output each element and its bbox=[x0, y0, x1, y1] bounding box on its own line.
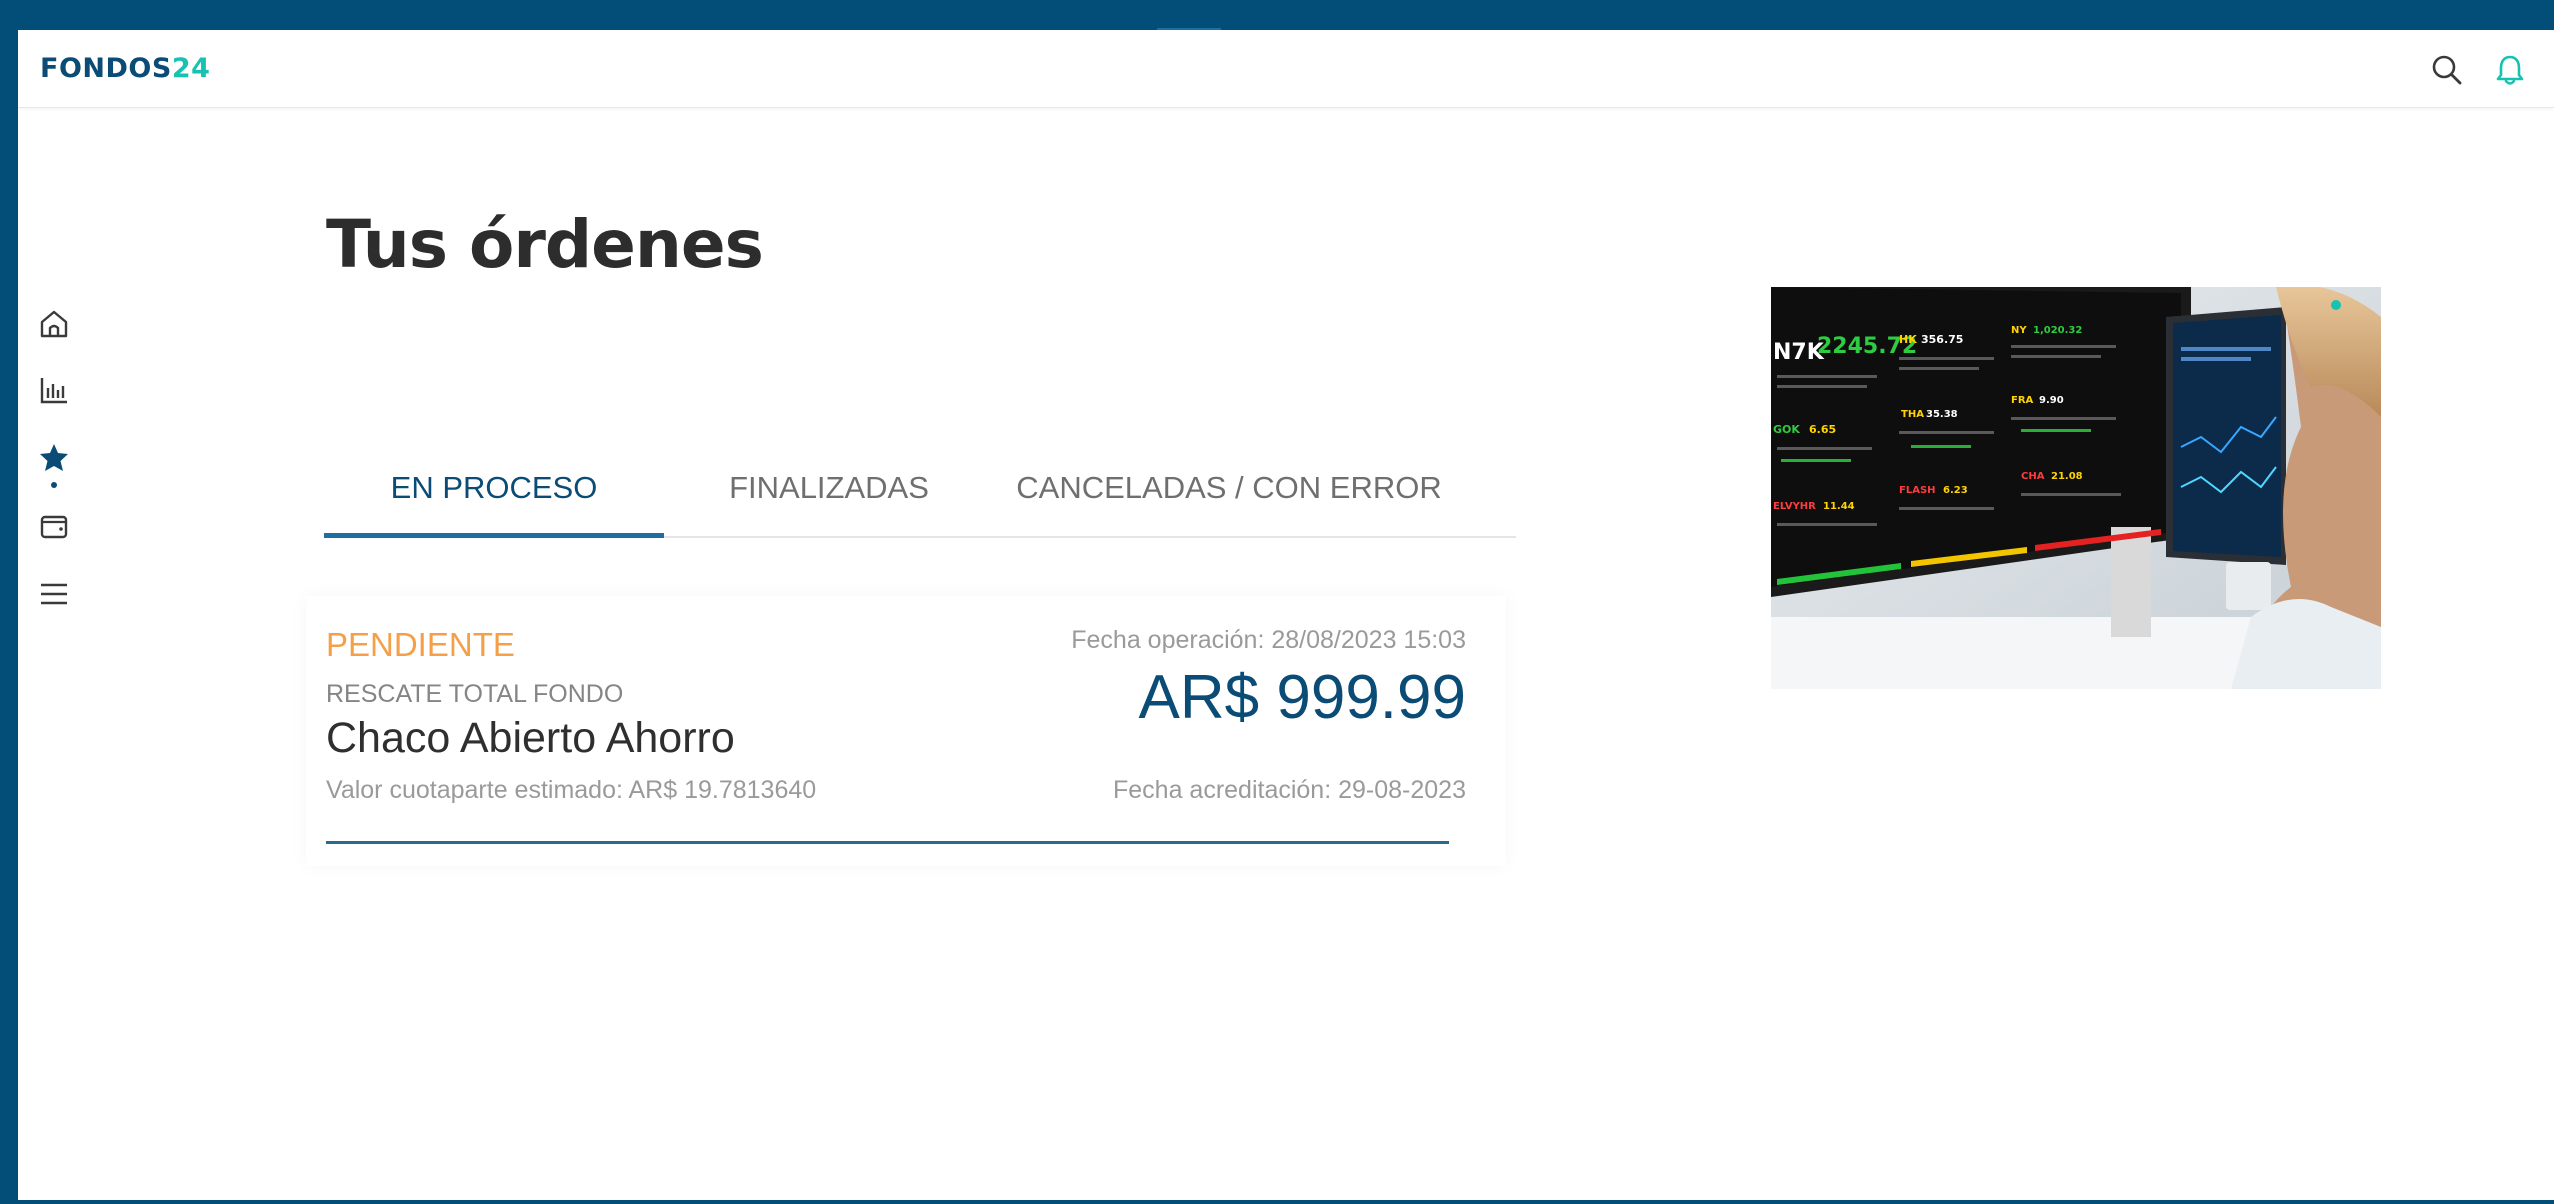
promo-image: N7K 2245.72 HK 356.75 NY 1,020.32 GOK 6.… bbox=[1771, 287, 2381, 689]
ticker-value: 35.38 bbox=[1926, 409, 1958, 420]
star-icon[interactable] bbox=[36, 440, 72, 476]
ticker-symbol: NY bbox=[2011, 325, 2027, 336]
ticker-value: 356.75 bbox=[1921, 333, 1963, 346]
ticker-value: 21.08 bbox=[2051, 471, 2083, 482]
ticker-symbol: CHA bbox=[2021, 471, 2045, 482]
operation-date: Fecha operación: 28/08/2023 15:03 bbox=[1071, 626, 1466, 654]
app-window: FONDOS24 Tus órdenes EN PROCESO FINALIZA… bbox=[18, 30, 2554, 1200]
logo-accent: 24 bbox=[171, 53, 211, 84]
order-card[interactable]: PENDIENTE RESCATE TOTAL FONDO Chaco Abie… bbox=[306, 596, 1506, 866]
ticker-value: 11.44 bbox=[1823, 501, 1855, 512]
ticker-value: 6.65 bbox=[1809, 423, 1836, 436]
tab-canceladas[interactable]: CANCELADAS / CON ERROR bbox=[1014, 450, 1444, 538]
ticker-symbol: ELVYHR bbox=[1773, 501, 1816, 512]
logo-text: FONDOS bbox=[40, 53, 172, 84]
ticker-symbol: FLASH bbox=[1899, 485, 1936, 496]
ticker-symbol: FRA bbox=[2011, 395, 2034, 406]
ticker-value: 9.90 bbox=[2039, 395, 2064, 406]
bell-icon[interactable] bbox=[2492, 52, 2528, 88]
bar-chart-icon[interactable] bbox=[36, 372, 72, 408]
tab-en-proceso[interactable]: EN PROCESO bbox=[324, 450, 664, 538]
menu-icon[interactable] bbox=[36, 576, 72, 612]
unit-value: Valor cuotaparte estimado: AR$ 19.781364… bbox=[326, 776, 817, 804]
fund-name: Chaco Abierto Ahorro bbox=[326, 714, 735, 762]
wallet-icon[interactable] bbox=[36, 508, 72, 544]
credit-date: Fecha acreditación: 29-08-2023 bbox=[1112, 776, 1466, 804]
logo[interactable]: FONDOS24 bbox=[40, 54, 210, 84]
ticker-symbol: THA bbox=[1901, 409, 1924, 420]
tab-finalizadas[interactable]: FINALIZADAS bbox=[664, 450, 994, 538]
ticker-value: 1,020.32 bbox=[2033, 325, 2082, 336]
home-icon[interactable] bbox=[36, 306, 72, 342]
status-badge: PENDIENTE bbox=[326, 626, 515, 663]
card-divider bbox=[326, 841, 1449, 844]
ticker-value: 6.23 bbox=[1943, 485, 1968, 496]
page-title: Tus órdenes bbox=[326, 206, 764, 283]
tabs: EN PROCESO FINALIZADAS CANCELADAS / CON … bbox=[324, 450, 1520, 540]
top-header: FONDOS24 bbox=[18, 30, 2554, 108]
search-icon[interactable] bbox=[2429, 52, 2465, 88]
operation-type: RESCATE TOTAL FONDO bbox=[326, 680, 624, 708]
order-amount: AR$ 999.99 bbox=[1138, 663, 1466, 732]
active-indicator bbox=[51, 482, 57, 488]
ticker-symbol: GOK bbox=[1773, 423, 1800, 436]
ticker-symbol: HK bbox=[1899, 333, 1917, 346]
